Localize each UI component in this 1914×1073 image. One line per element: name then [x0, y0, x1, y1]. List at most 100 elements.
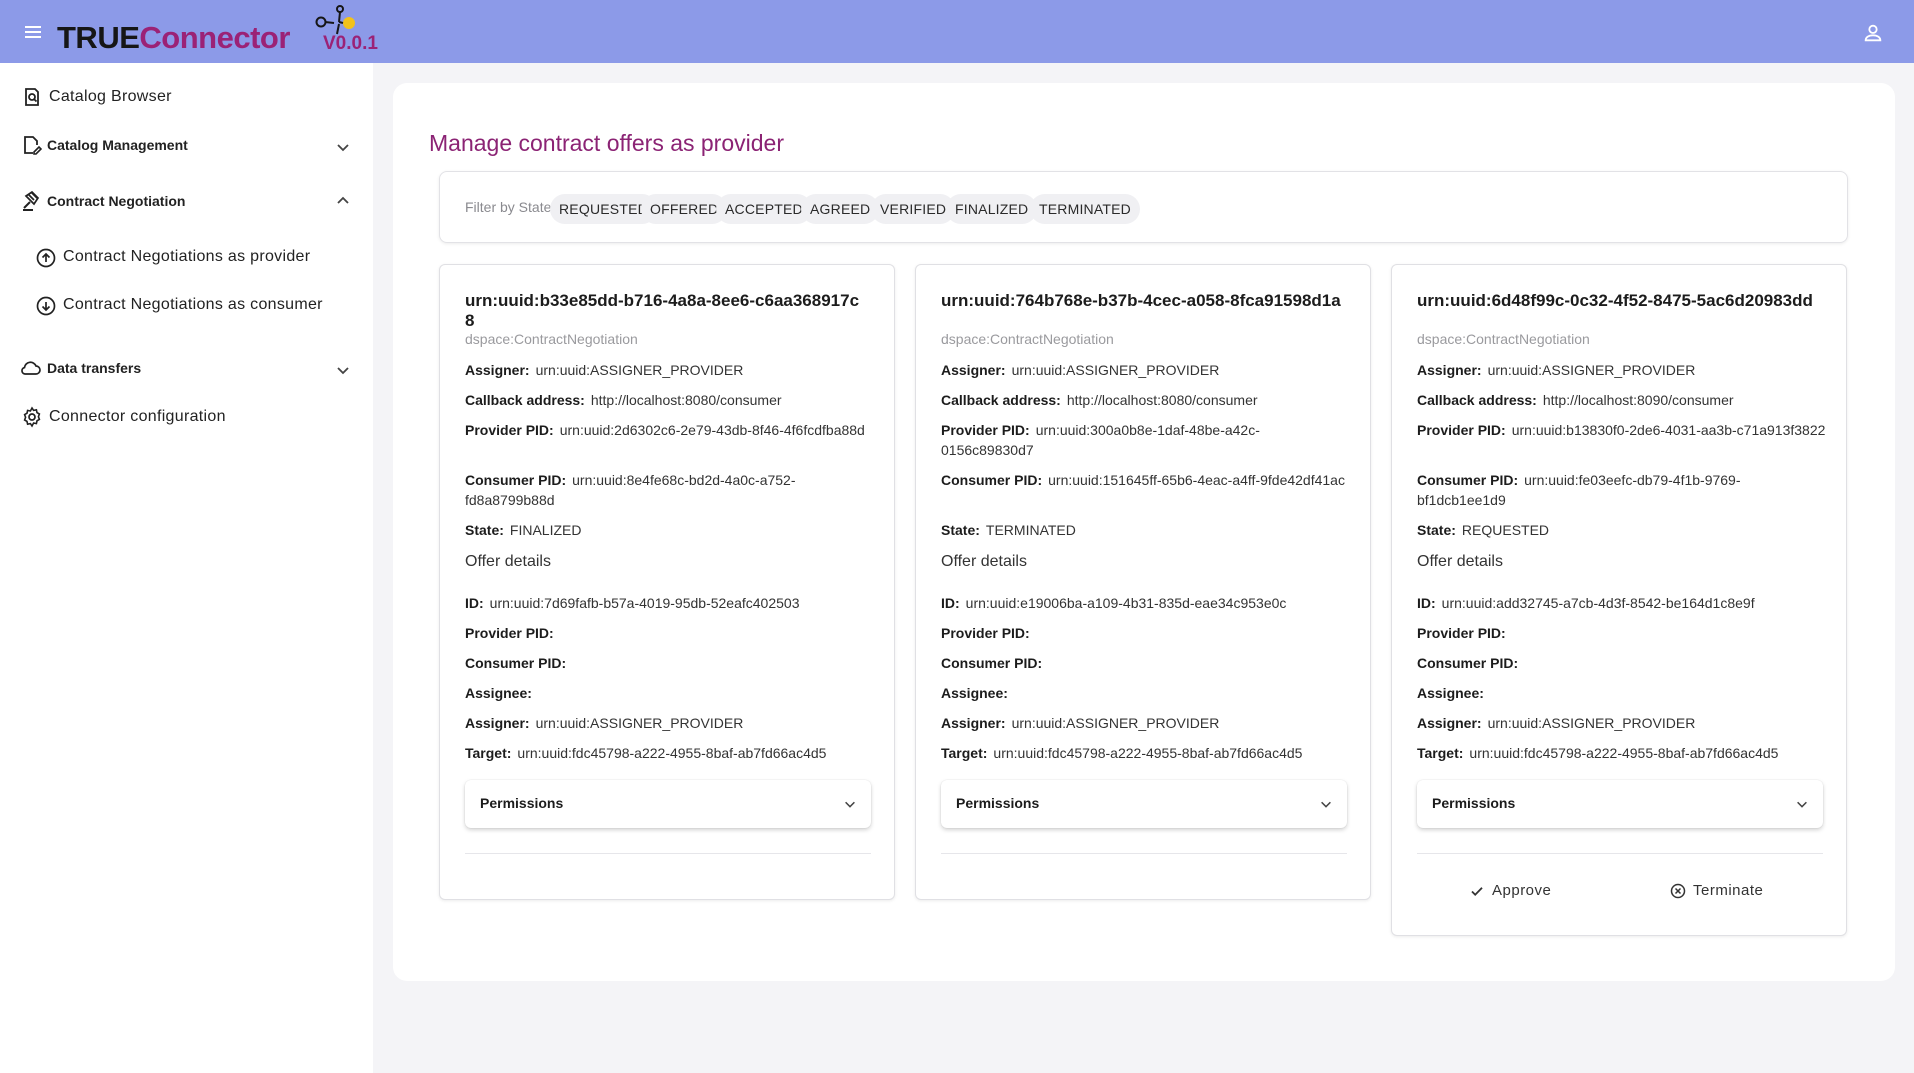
terminate-label: Terminate: [1693, 882, 1764, 899]
sidebar-item-label: Catalog Management: [47, 137, 188, 153]
negotiation-type: dspace:ContractNegotiation: [1417, 331, 1590, 347]
callback-row: Callback address: http://localhost:8080/c…: [941, 392, 1258, 408]
sidebar-item-connector-configuration[interactable]: Connector configuration: [0, 395, 373, 439]
approve-label: Approve: [1492, 882, 1552, 899]
offer-consumer-pid-row: Consumer PID:: [465, 655, 567, 671]
offer-details-heading: Offer details: [941, 553, 1027, 570]
negotiation-id: urn:uuid:764b768e-b37b-4cec-a058-8fca915…: [941, 291, 1341, 310]
state-row: State: FINALIZED: [465, 522, 582, 538]
catalog-search-icon: [20, 85, 44, 109]
provider-pid-row: Provider PID: urn:uuid:300a0b8e-1daf-48be…: [941, 422, 1260, 458]
logo-text-connector: Connector: [139, 20, 290, 55]
negotiation-type: dspace:ContractNegotiation: [465, 331, 638, 347]
offer-consumer-pid-row: Consumer PID:: [941, 655, 1043, 671]
chevron-up-icon: [337, 196, 349, 204]
offer-consumer-pid-row: Consumer PID:: [1417, 655, 1519, 671]
card-divider: [941, 853, 1347, 854]
permissions-label: Permissions: [480, 795, 564, 811]
state-row: State: REQUESTED: [1417, 522, 1550, 538]
negotiation-card: urn:uuid:764b768e-b37b-4cec-a058-8fca915…: [915, 264, 1371, 900]
callback-row: Callback address: http://localhost:8080/c…: [465, 392, 782, 408]
sidebar-item-label: Catalog Browser: [49, 88, 172, 105]
sidebar-item-negotiations-consumer[interactable]: Contract Negotiations as consumer: [0, 283, 373, 327]
sidebar-item-catalog-browser[interactable]: Catalog Browser: [0, 77, 373, 117]
negotiation-id: urn:uuid:6d48f99c-0c32-4f52-8475-5ac6d20…: [1417, 291, 1813, 310]
offer-assignee-row: Assignee:: [941, 685, 1008, 701]
app-version: V0.0.1: [323, 33, 378, 54]
sidebar-item-label: Contract Negotiations as consumer: [63, 296, 323, 313]
logo-text-true: TRUE: [57, 20, 140, 55]
provider-pid-row: Provider PID: urn:uuid:2d6302c6-2e79-43db…: [465, 422, 865, 438]
arrow-down-circle-icon: [34, 294, 58, 318]
offer-target-row: Target: urn:uuid:fdc45798-a222-4955-8baf-…: [941, 745, 1303, 761]
sidebar-item-negotiations-provider[interactable]: Contract Negotiations as provider: [0, 235, 373, 279]
main-panel: Manage contract offers as provider Filte…: [393, 83, 1895, 981]
negotiation-card: urn:uuid:6d48f99c-0c32-4f52-8475-5ac6d20…: [1391, 264, 1847, 936]
consumer-pid-row: Consumer PID: urn:uuid:8e4fe68c-bd2d-4a0c…: [465, 472, 796, 508]
permissions-expander[interactable]: Permissions: [941, 780, 1347, 828]
sidebar-item-data-transfers[interactable]: Data transfers: [0, 346, 373, 390]
filter-chip-offered[interactable]: OFFERED: [641, 194, 728, 224]
offer-details-heading: Offer details: [1417, 553, 1503, 570]
offer-id-row: ID: urn:uuid:add32745-a7cb-4d3f-8542-be16…: [1417, 595, 1755, 611]
close-circle-icon: [1670, 883, 1686, 898]
consumer-pid-row: Consumer PID: urn:uuid:fe03eefc-db79-4f1b…: [1417, 472, 1741, 508]
sidebar-item-catalog-management[interactable]: Catalog Management: [0, 123, 373, 167]
offer-assigner-row: Assigner: urn:uuid:ASSIGNER_PROVIDER: [941, 715, 1220, 731]
negotiation-type: dspace:ContractNegotiation: [941, 331, 1114, 347]
sidebar-item-label: Contract Negotiation: [47, 193, 186, 209]
negotiation-id: urn:uuid:b33e85dd-b716-4a8a-8ee6-c6aa368…: [465, 291, 860, 330]
offer-target-row: Target: urn:uuid:fdc45798-a222-4955-8baf-…: [465, 745, 827, 761]
offer-assigner-row: Assigner: urn:uuid:ASSIGNER_PROVIDER: [465, 715, 744, 731]
permissions-label: Permissions: [1432, 795, 1516, 811]
permissions-expander[interactable]: Permissions: [1417, 780, 1823, 828]
offer-details-heading: Offer details: [465, 553, 551, 570]
sidebar-item-label: Data transfers: [47, 360, 142, 376]
assigner-row: Assigner: urn:uuid:ASSIGNER_PROVIDER: [465, 362, 744, 378]
callback-row: Callback address: http://localhost:8090/c…: [1417, 392, 1734, 408]
gear-icon: [20, 405, 44, 429]
permissions-label: Permissions: [956, 795, 1040, 811]
offer-provider-pid-row: Provider PID:: [941, 625, 1030, 641]
document-edit-icon: [20, 133, 44, 157]
terminate-button[interactable]: Terminate: [1670, 882, 1763, 899]
check-icon: [1471, 886, 1483, 896]
sidebar-item-label: Connector configuration: [49, 408, 226, 425]
state-filter-bar: Filter by State REQUESTED OFFERED ACCEPT…: [439, 171, 1848, 243]
approve-button[interactable]: Approve: [1469, 882, 1551, 899]
chevron-down-icon: [845, 801, 855, 808]
arrow-up-circle-icon: [34, 246, 58, 270]
card-divider: [1417, 853, 1823, 854]
chevron-down-icon: [337, 367, 349, 375]
menu-icon[interactable]: [22, 23, 44, 41]
filter-chip-finalized[interactable]: FINALIZED: [946, 194, 1038, 224]
chevron-down-icon: [337, 144, 349, 152]
offer-id-row: ID: urn:uuid:7d69fafb-b57a-4019-95db-52ea…: [465, 595, 800, 611]
sidebar-item-label: Contract Negotiations as provider: [63, 248, 311, 265]
user-account-icon[interactable]: [1862, 22, 1884, 44]
permissions-expander[interactable]: Permissions: [465, 780, 871, 828]
sidebar: Catalog Browser Catalog Management Contr…: [0, 63, 373, 1073]
offer-assignee-row: Assignee:: [465, 685, 532, 701]
chevron-down-icon: [1797, 801, 1807, 808]
chevron-down-icon: [1321, 801, 1331, 808]
app-logo: TRUEConnector: [57, 5, 355, 56]
filter-chip-terminated[interactable]: TERMINATED: [1030, 194, 1140, 224]
offer-provider-pid-row: Provider PID:: [465, 625, 554, 641]
consumer-pid-row: Consumer PID: urn:uuid:151645ff-65b6-4eac…: [941, 472, 1345, 488]
offer-assigner-row: Assigner: urn:uuid:ASSIGNER_PROVIDER: [1417, 715, 1696, 731]
page-title: Manage contract offers as provider: [429, 130, 784, 156]
filter-chip-verified[interactable]: VERIFIED: [871, 194, 956, 224]
state-row: State: TERMINATED: [941, 522, 1076, 538]
offer-provider-pid-row: Provider PID:: [1417, 625, 1506, 641]
sidebar-item-contract-negotiation[interactable]: Contract Negotiation: [0, 179, 373, 223]
gavel-icon: [20, 189, 44, 213]
filter-chip-agreed[interactable]: AGREED: [801, 194, 880, 224]
negotiation-card: urn:uuid:b33e85dd-b716-4a8a-8ee6-c6aa368…: [439, 264, 895, 900]
offer-assignee-row: Assignee:: [1417, 685, 1484, 701]
app-header: TRUEConnector V0.0.1: [0, 0, 1914, 63]
offer-id-row: ID: urn:uuid:e19006ba-a109-4b31-835d-eae3…: [941, 595, 1287, 611]
assigner-row: Assigner: urn:uuid:ASSIGNER_PROVIDER: [941, 362, 1220, 378]
filter-chip-accepted[interactable]: ACCEPTED: [716, 194, 812, 224]
provider-pid-row: Provider PID: urn:uuid:b13830f0-2de6-4031…: [1417, 422, 1826, 438]
